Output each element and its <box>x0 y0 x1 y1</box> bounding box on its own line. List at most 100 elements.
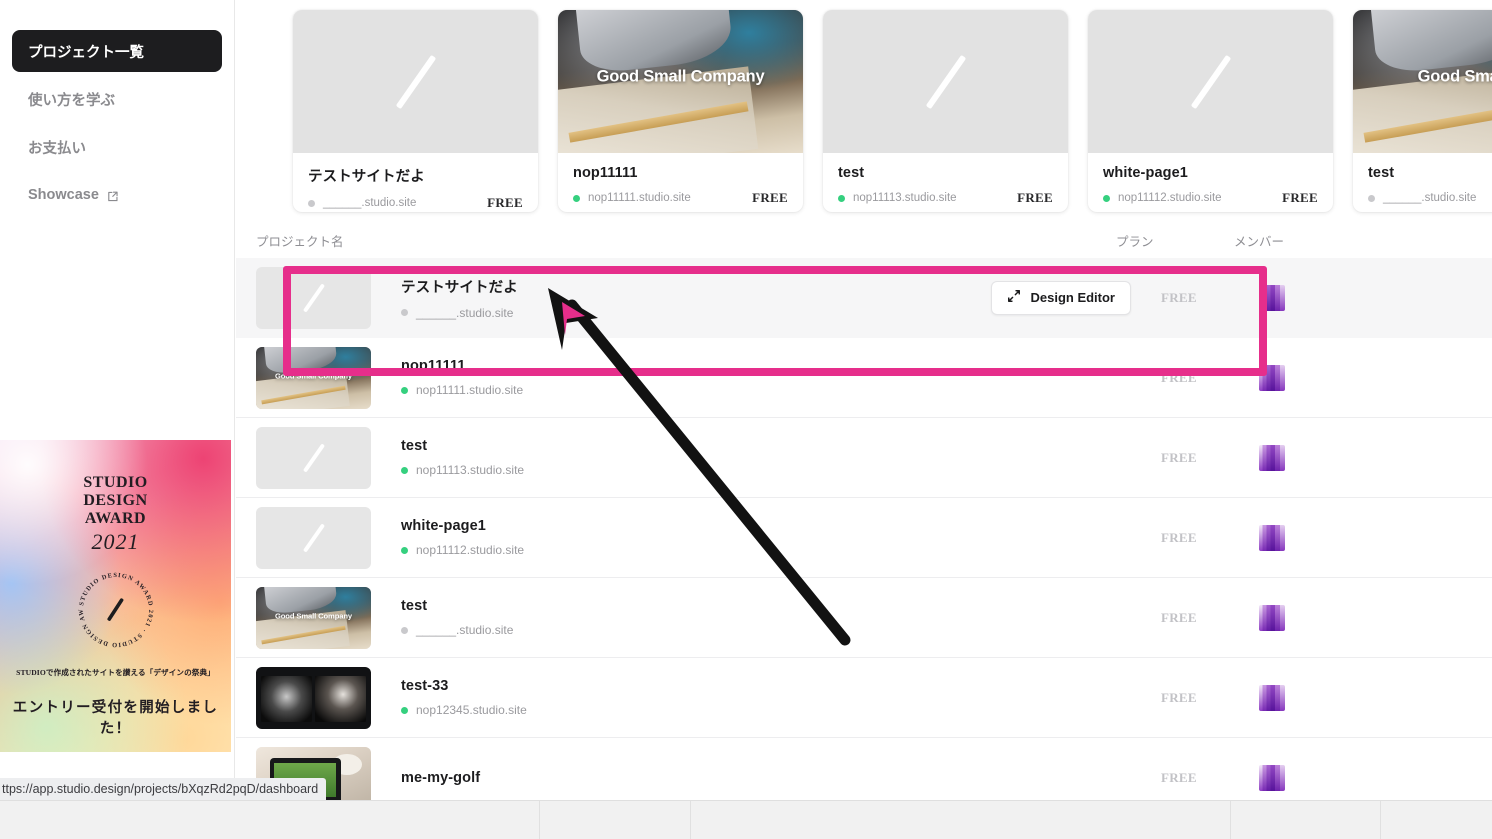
table-row[interactable]: white-page1 nop11112.studio.site FREE <box>236 498 1492 578</box>
placeholder-slash-icon <box>302 282 325 313</box>
project-row-plan: FREE <box>1161 369 1197 385</box>
project-card[interactable]: test nop11113.studio.site FREE <box>823 10 1068 212</box>
avatar[interactable] <box>1259 444 1285 471</box>
sidebar-item-showcase[interactable]: Showcase <box>12 174 222 216</box>
avatar[interactable] <box>1259 284 1285 311</box>
bottom-bar-divider <box>1230 801 1231 839</box>
project-card-domain: nop11113.studio.site <box>853 192 957 204</box>
project-row-name: test <box>401 438 428 454</box>
table-row[interactable]: me-my-golf FREE <box>236 738 1492 800</box>
project-row-member <box>1249 364 1369 391</box>
promo-banner[interactable]: STUDIO DESIGN AWARD 2021 STUDIO DESIGN A… <box>0 440 231 752</box>
promo-subtitle: STUDIOで作成されたサイトを讃える「デザインの祭典」 <box>16 667 215 677</box>
sidebar: プロジェクト一覧 使い方を学ぶ お支払い Showcase STUDIO DES… <box>0 0 235 839</box>
project-row-meta: ______.studio.site <box>401 306 961 320</box>
publish-status-dot <box>1103 194 1110 202</box>
project-row-info: white-page1 nop11112.studio.site <box>371 518 961 557</box>
project-row-thumbnail <box>256 506 371 569</box>
table-row[interactable]: test-33 nop12345.studio.site FREE <box>236 658 1492 738</box>
photo-shape <box>1368 10 1492 75</box>
avatar[interactable] <box>1259 764 1285 791</box>
placeholder-slash-icon <box>395 54 436 109</box>
placeholder-slash-icon <box>1190 54 1231 109</box>
avatar[interactable] <box>1259 524 1285 551</box>
avatar[interactable] <box>1259 604 1285 631</box>
project-row-plan: FREE <box>1161 289 1197 305</box>
avatar[interactable] <box>1259 684 1285 711</box>
publish-status-dot <box>838 194 845 202</box>
project-row-thumbnail <box>256 266 371 329</box>
project-card[interactable]: Good Small Company nop11111 nop11111.studi… <box>558 10 803 212</box>
sidebar-item-projects[interactable]: プロジェクト一覧 <box>12 30 222 72</box>
project-row-member <box>1249 604 1369 631</box>
project-row-domain: ______.studio.site <box>416 305 514 320</box>
sidebar-nav: プロジェクト一覧 使い方を学ぶ お支払い Showcase <box>0 0 234 216</box>
project-row-meta: nop11113.studio.site <box>401 463 961 477</box>
project-row-member <box>1249 524 1369 551</box>
table-row[interactable]: テストサイトだよ ______.studio.site Design Editor F… <box>236 258 1492 338</box>
sidebar-item-label: Showcase <box>28 187 99 203</box>
promo-lead: エントリー受付を開始しました！ <box>12 699 219 737</box>
projects-table: プロジェクト名 プラン メンバー テストサイトだよ ______.studio.s… <box>236 222 1492 800</box>
project-card-thumbnail <box>293 10 538 153</box>
project-card-body: white-page1 nop11112.studio.site FREE <box>1088 153 1333 206</box>
project-row-thumbnail <box>256 426 371 489</box>
project-card[interactable]: テストサイトだよ ______.studio.site FREE <box>293 10 538 212</box>
project-row-plan: FREE <box>1161 609 1197 625</box>
project-row-meta: nop12345.studio.site <box>401 703 961 717</box>
table-row[interactable]: Good Small Company test ______.studio.site… <box>236 578 1492 658</box>
avatar[interactable] <box>1259 364 1285 391</box>
project-card-domain: ______.studio.site <box>323 197 417 209</box>
sidebar-item-billing[interactable]: お支払い <box>12 126 222 168</box>
promo-title: STUDIO DESIGN AWARD <box>0 474 231 528</box>
promo-seal-icon: STUDIO DESIGN AWARD 2021 · STUDIO DESIGN… <box>73 567 159 653</box>
project-card-domain: nop11112.studio.site <box>1118 192 1222 204</box>
project-row-thumbnail <box>256 666 371 729</box>
photo-shape <box>261 675 312 722</box>
project-card-body: nop11111 nop11111.studio.site FREE <box>558 153 803 206</box>
project-row-member <box>1249 684 1369 711</box>
project-row-plan: FREE <box>1161 769 1197 785</box>
thumbnail-photo <box>256 666 371 729</box>
thumbnail-overlay-text: Good Small Company <box>596 67 765 86</box>
project-card-name: test <box>838 165 865 181</box>
column-header-member: メンバー <box>1234 234 1285 249</box>
project-card[interactable]: white-page1 nop11112.studio.site FREE <box>1088 10 1333 212</box>
project-row-domain: nop11111.studio.site <box>416 383 524 397</box>
bottom-bar-divider <box>539 801 540 839</box>
project-row-info: test-33 nop12345.studio.site <box>371 678 961 717</box>
thumbnail-overlay-text: Good Small Company <box>274 611 353 621</box>
project-row-name: white-page1 <box>401 518 486 534</box>
design-editor-button[interactable]: Design Editor <box>991 280 1131 315</box>
project-row-member <box>1249 764 1369 791</box>
placeholder-slash-icon <box>302 522 325 553</box>
project-row-info: test nop11113.studio.site <box>371 438 961 477</box>
project-card-meta: ______.studio.siteFREE <box>308 195 523 211</box>
project-card-thumbnail <box>823 10 1068 153</box>
promo-title-line1: STUDIO <box>83 474 148 491</box>
thumbnail-overlay-text: Good Small Company <box>274 371 353 381</box>
project-card-meta: ______.studio.siteFREE <box>1368 190 1492 206</box>
project-row-meta: nop11111.studio.site <box>401 383 961 397</box>
project-row-meta: nop11112.studio.site <box>401 543 961 557</box>
column-header-plan: プラン <box>1116 234 1154 249</box>
project-row-name: テストサイトだよ <box>401 279 518 296</box>
project-row-info: テストサイトだよ ______.studio.site <box>371 276 961 320</box>
promo-year: 2021 <box>91 528 140 554</box>
project-card-thumbnail: Good Small Co <box>1353 10 1492 153</box>
project-row-domain: nop12345.studio.site <box>416 703 527 717</box>
project-card-plan: FREE <box>752 190 788 205</box>
status-bar-url: ttps://app.studio.design/projects/bXqzRd… <box>0 778 327 800</box>
project-row-thumbnail: Good Small Company <box>256 346 371 409</box>
sidebar-item-learn[interactable]: 使い方を学ぶ <box>12 78 222 120</box>
design-editor-button-label: Design Editor <box>1030 290 1115 305</box>
expand-diagonal-icon <box>1007 289 1021 306</box>
project-row-domain: nop11112.studio.site <box>416 543 525 557</box>
table-row[interactable]: test nop11113.studio.site FREE <box>236 418 1492 498</box>
project-row-meta: ______.studio.site <box>401 623 961 637</box>
table-row[interactable]: Good Small Company nop11111 nop11111.studi… <box>236 338 1492 418</box>
column-header-name: プロジェクト名 <box>256 234 344 249</box>
project-card[interactable]: Good Small Co test ______.studio.siteFREE <box>1353 10 1492 212</box>
photo-shape <box>315 675 366 722</box>
promo-title-line2: DESIGN <box>83 491 148 509</box>
